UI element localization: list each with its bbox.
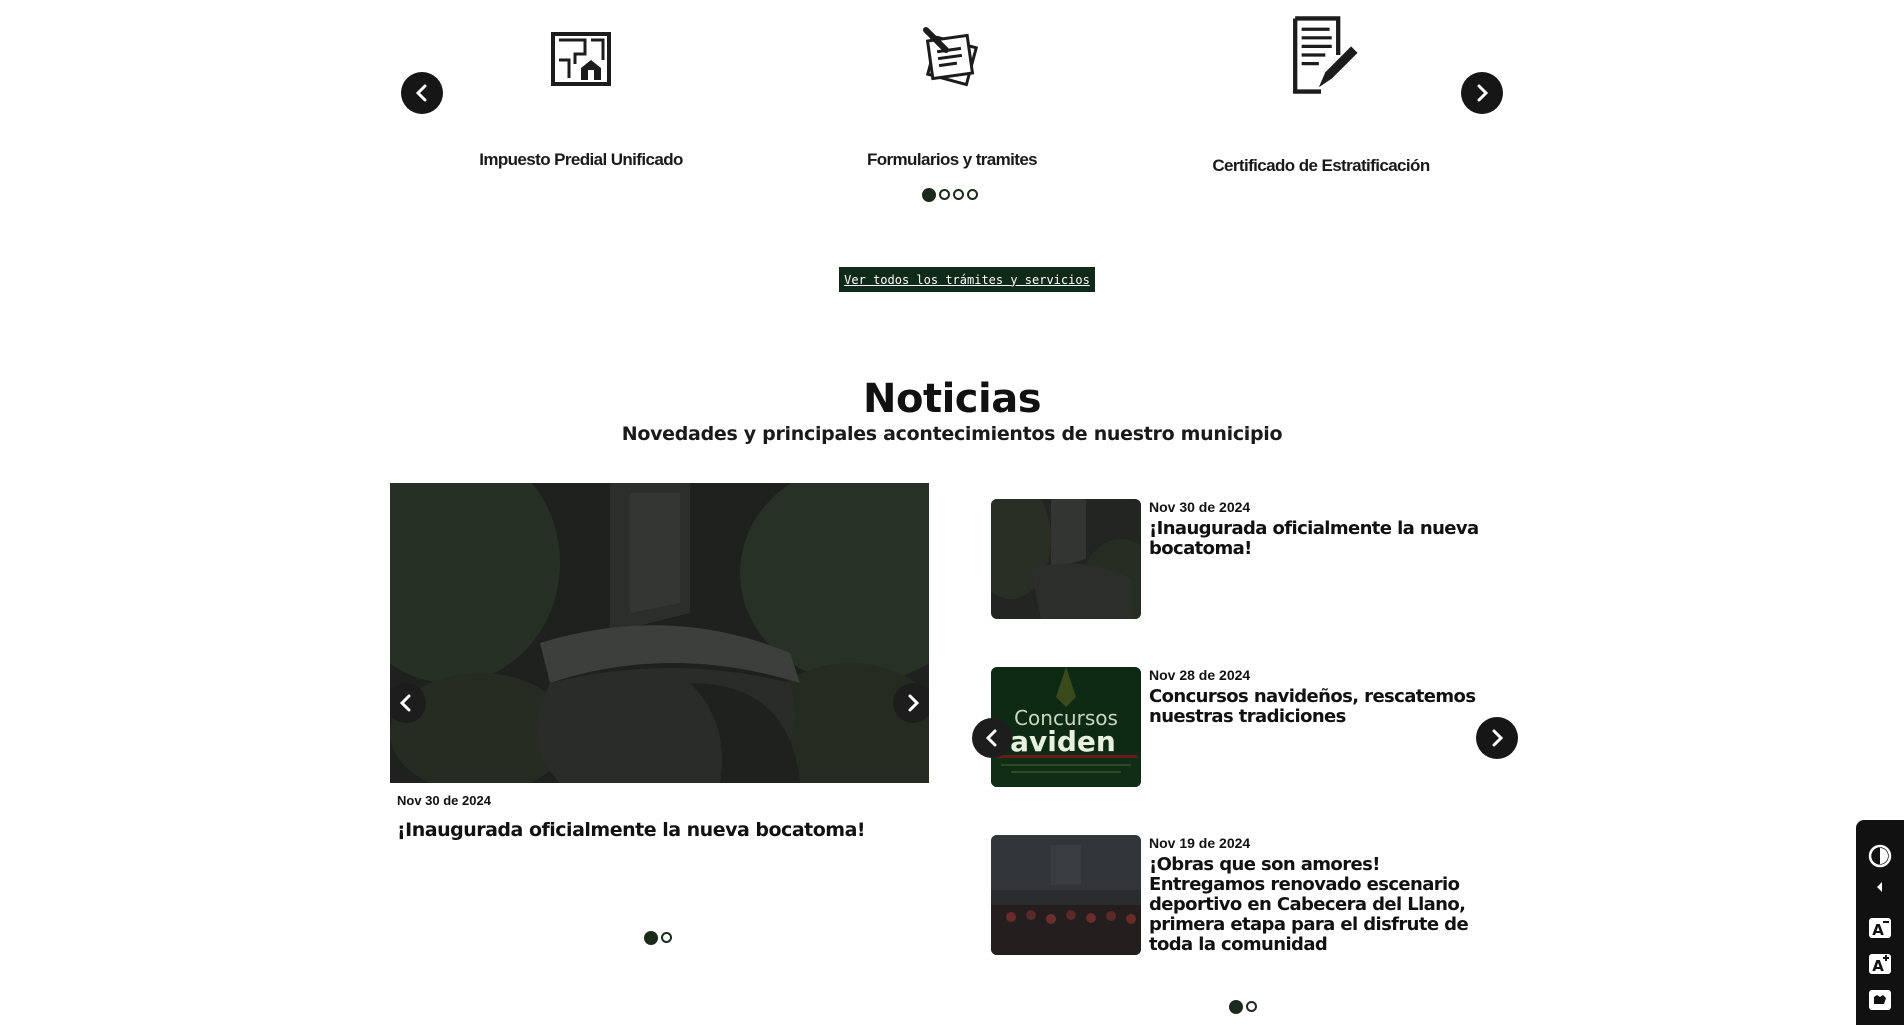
service-impuesto-predial[interactable]: Impuesto Predial Unificado [416,20,746,170]
news-list-prev-button[interactable] [972,718,1012,758]
svg-text:A: A [1872,957,1884,975]
service-formularios[interactable]: Formularios y tramites [787,20,1117,170]
services-next-button[interactable] [1461,72,1503,114]
certificate-pen-icon [1293,16,1358,94]
featured-news-image[interactable] [390,483,929,783]
service-certificado[interactable]: Certificado de Estratificación [1156,16,1486,176]
sign-language-button[interactable] [1865,986,1895,1014]
news-thumbnail [991,835,1141,955]
property-plan-icon [551,32,611,86]
pagination-dot[interactable] [644,931,658,945]
news-list-item[interactable]: Nov 30 de 2024 ¡Inaugurada oficialmente … [991,499,1511,621]
pagination-dot[interactable] [967,189,978,200]
featured-next-button[interactable] [893,683,929,723]
news-thumbnail: Concursos aviden [991,667,1141,787]
pagination-dot[interactable] [953,189,964,200]
services-pagination[interactable] [922,188,978,202]
news-date: Nov 30 de 2024 [1149,499,1251,515]
pagination-dot[interactable] [1246,1001,1257,1012]
news-list-pagination[interactable] [1229,1000,1257,1014]
toolbar-collapse-button[interactable] [1865,878,1895,896]
sign-language-icon [1869,990,1891,1010]
service-label: Impuesto Predial Unificado [479,150,683,169]
collapse-arrow-icon [1877,882,1882,892]
news-list-item[interactable]: Concursos aviden Nov 28 de 2024 Concurso… [991,667,1511,789]
chevron-right-icon [908,694,920,712]
pagination-dot[interactable] [661,932,672,943]
news-date: Nov 28 de 2024 [1149,667,1251,683]
featured-news-headline[interactable]: ¡Inaugurada oficialmente la nueva bocato… [397,819,866,841]
bocatoma-photo [390,483,929,783]
chevron-left-icon [985,729,997,747]
news-section-title: Noticias [862,376,1042,422]
svg-text:A: A [1872,921,1884,939]
decrease-font-button[interactable]: A [1865,914,1895,942]
increase-font-icon: A [1869,954,1891,975]
news-headline[interactable]: ¡Obras que son amores! Entregamos renova… [1149,855,1499,955]
increase-font-button[interactable]: A [1865,950,1895,978]
featured-pagination[interactable] [644,931,672,945]
contrast-toggle-button[interactable] [1865,842,1895,870]
chevron-right-icon [1477,84,1489,102]
decrease-font-icon: A [1869,918,1891,939]
news-list-item[interactable]: Nov 19 de 2024 ¡Obras que son amores! En… [991,835,1511,1005]
pagination-dot[interactable] [922,188,936,202]
forms-pencil-icon [923,27,979,87]
news-thumbnail [991,499,1141,619]
news-section-subtitle: Novedades y principales acontecimientos … [621,423,1283,445]
news-list-next-button[interactable] [1476,717,1518,759]
service-label: Certificado de Estratificación [1212,156,1430,175]
featured-news-date: Nov 30 de 2024 [397,793,491,808]
thumb-big-text: aviden [1010,725,1116,758]
service-label: Formularios y tramites [866,150,1038,169]
news-date: Nov 19 de 2024 [1149,835,1251,851]
view-all-services-link[interactable]: Ver todos los trámites y servicios [839,267,1095,292]
accessibility-toolbar: A A [1856,820,1904,1025]
contrast-icon [1868,844,1892,868]
chevron-left-icon [399,694,411,712]
news-headline[interactable]: Concursos navideños, rescatemos nuestras… [1149,687,1499,727]
chevron-right-icon [1492,729,1504,747]
pagination-dot[interactable] [939,189,950,200]
pagination-dot[interactable] [1229,1000,1243,1014]
news-headline[interactable]: ¡Inaugurada oficialmente la nueva bocato… [1149,519,1499,559]
